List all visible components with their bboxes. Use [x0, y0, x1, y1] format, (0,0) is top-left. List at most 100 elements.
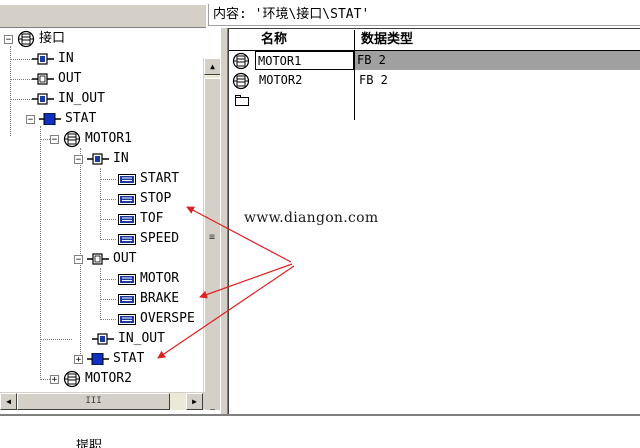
tree-connector: [100, 299, 116, 300]
table-row[interactable]: [229, 91, 640, 110]
tree-item-label: IN_OUT: [58, 91, 105, 106]
tree-connector: [100, 179, 116, 180]
tree-item-in-out[interactable]: IN_OUT: [32, 89, 105, 109]
parameter-icon: [118, 293, 136, 305]
parameter-icon: [118, 233, 136, 245]
tree-item-motor1-stat[interactable]: + STAT: [74, 349, 144, 369]
grip-icon: ≡: [209, 232, 216, 243]
expand-toggle-icon[interactable]: +: [74, 354, 83, 364]
expand-toggle-icon[interactable]: +: [50, 374, 59, 384]
scroll-corner: [203, 392, 220, 409]
horizontal-scrollbar[interactable]: ◀ III ▶: [0, 392, 203, 410]
stat-icon: [87, 352, 109, 366]
tree-connector: [100, 199, 116, 200]
tree-item-label: STAT: [113, 351, 145, 366]
collapse-toggle-icon[interactable]: −: [74, 254, 83, 264]
scroll-left-icon[interactable]: ◀: [0, 393, 17, 410]
collapse-toggle-icon[interactable]: −: [26, 114, 35, 124]
tree-item-start[interactable]: START: [118, 169, 179, 189]
tree-item-motor[interactable]: MOTOR: [118, 269, 179, 289]
tree-connector: [10, 99, 32, 100]
tree-item-speed[interactable]: SPEED: [118, 229, 179, 249]
tree-connector: [10, 59, 32, 60]
tree-item-stop[interactable]: STOP: [118, 189, 171, 209]
tree-item-label: IN: [113, 151, 129, 166]
tree-connector: [10, 79, 32, 80]
tree-item-overspeed[interactable]: OVERSPE: [118, 309, 195, 329]
interface-icon: [92, 333, 114, 345]
tree-item-stat[interactable]: − STAT: [26, 109, 96, 129]
pane-splitter[interactable]: [220, 28, 228, 416]
column-header-datatype[interactable]: 数据类型: [357, 30, 557, 50]
interface-icon: [87, 253, 109, 265]
tree-item-label: STAT: [65, 111, 97, 126]
watermark-text: www.diangon.com: [244, 210, 379, 226]
tree-item-motor1[interactable]: − MOTOR1: [50, 129, 132, 149]
table-cell-datatype[interactable]: FB 2: [357, 71, 640, 90]
tree-connector: [100, 319, 116, 320]
fb-icon: [17, 30, 35, 48]
tree-item-in[interactable]: IN: [32, 49, 74, 69]
parameter-icon: [118, 273, 136, 285]
parameter-icon: [118, 313, 136, 325]
tree-item-label: SPEED: [140, 231, 180, 246]
collapse-toggle-icon[interactable]: −: [50, 134, 59, 144]
tree-connector: [100, 239, 116, 240]
fb-icon: [232, 52, 250, 70]
scroll-up-icon[interactable]: ▲: [204, 58, 220, 75]
interface-tree[interactable]: − 接口 IN OUT IN_OUT − STAT − MOTOR1 − IN …: [0, 28, 221, 410]
tree-item-interface[interactable]: − 接口: [4, 29, 65, 49]
vertical-scroll-thumb[interactable]: ≡: [204, 78, 220, 400]
collapse-toggle-icon[interactable]: −: [4, 34, 13, 44]
table-cell-datatype[interactable]: [357, 91, 640, 110]
interface-icon: [87, 153, 109, 165]
top-bar: 内容: '环境\接口\STAT': [0, 0, 640, 28]
tree-connector: [100, 219, 116, 220]
tree-item-label: OUT: [113, 251, 137, 266]
content-path-label: 内容: '环境\接口\STAT': [208, 4, 640, 26]
fb-icon: [63, 370, 81, 388]
table-cell-name[interactable]: MOTOR2: [257, 71, 354, 90]
tree-item-label: STOP: [140, 191, 172, 206]
tree-item-motor1-out[interactable]: − OUT: [74, 249, 136, 269]
tree-item-label: IN: [58, 51, 74, 66]
table-cell-name[interactable]: [257, 91, 354, 110]
table-row[interactable]: MOTOR2 FB 2: [229, 71, 640, 90]
interface-icon: [32, 53, 54, 65]
new-row-icon: [235, 95, 249, 106]
tree-connector: [100, 279, 116, 280]
fb-icon: [63, 130, 81, 148]
tree-item-label: BRAKE: [140, 291, 180, 306]
tree-item-label: START: [140, 171, 180, 186]
tree-item-label: IN_OUT: [118, 331, 165, 346]
table-cell-datatype[interactable]: FB 2: [355, 51, 640, 70]
tree-connector: [100, 268, 101, 320]
parameter-icon: [118, 213, 136, 225]
footer-partial-text: 提职: [76, 439, 103, 448]
table-cell-name[interactable]: MOTOR1: [255, 51, 354, 70]
tree-item-label: TOF: [140, 211, 164, 226]
parameter-icon: [118, 193, 136, 205]
tree-item-label: MOTOR1: [85, 131, 132, 146]
table-row[interactable]: MOTOR1 FB 2: [229, 51, 640, 70]
scroll-right-icon[interactable]: ▶: [186, 393, 203, 410]
collapse-toggle-icon[interactable]: −: [74, 154, 83, 164]
tree-item-motor1-in-out[interactable]: IN_OUT: [92, 329, 165, 349]
column-header-name[interactable]: 名称: [257, 30, 357, 50]
tree-connector: [40, 339, 72, 340]
tree-header: [0, 4, 206, 28]
vertical-scrollbar[interactable]: ▲ ≡ ▼: [203, 58, 220, 410]
tree-item-motor2[interactable]: + MOTOR2: [50, 369, 132, 389]
tree-item-brake[interactable]: BRAKE: [118, 289, 179, 309]
fb-icon: [232, 72, 250, 90]
tree-item-motor1-in[interactable]: − IN: [74, 149, 129, 169]
tree-item-label: MOTOR: [140, 271, 180, 286]
tree-item-out[interactable]: OUT: [32, 69, 81, 89]
horizontal-scroll-thumb[interactable]: III: [17, 393, 170, 410]
interface-icon: [32, 93, 54, 105]
parameter-icon: [118, 173, 136, 185]
tree-item-label: MOTOR2: [85, 371, 132, 386]
tree-item-label: OVERSPE: [140, 311, 195, 326]
interface-icon: [32, 73, 54, 85]
tree-item-tof[interactable]: TOF: [118, 209, 163, 229]
